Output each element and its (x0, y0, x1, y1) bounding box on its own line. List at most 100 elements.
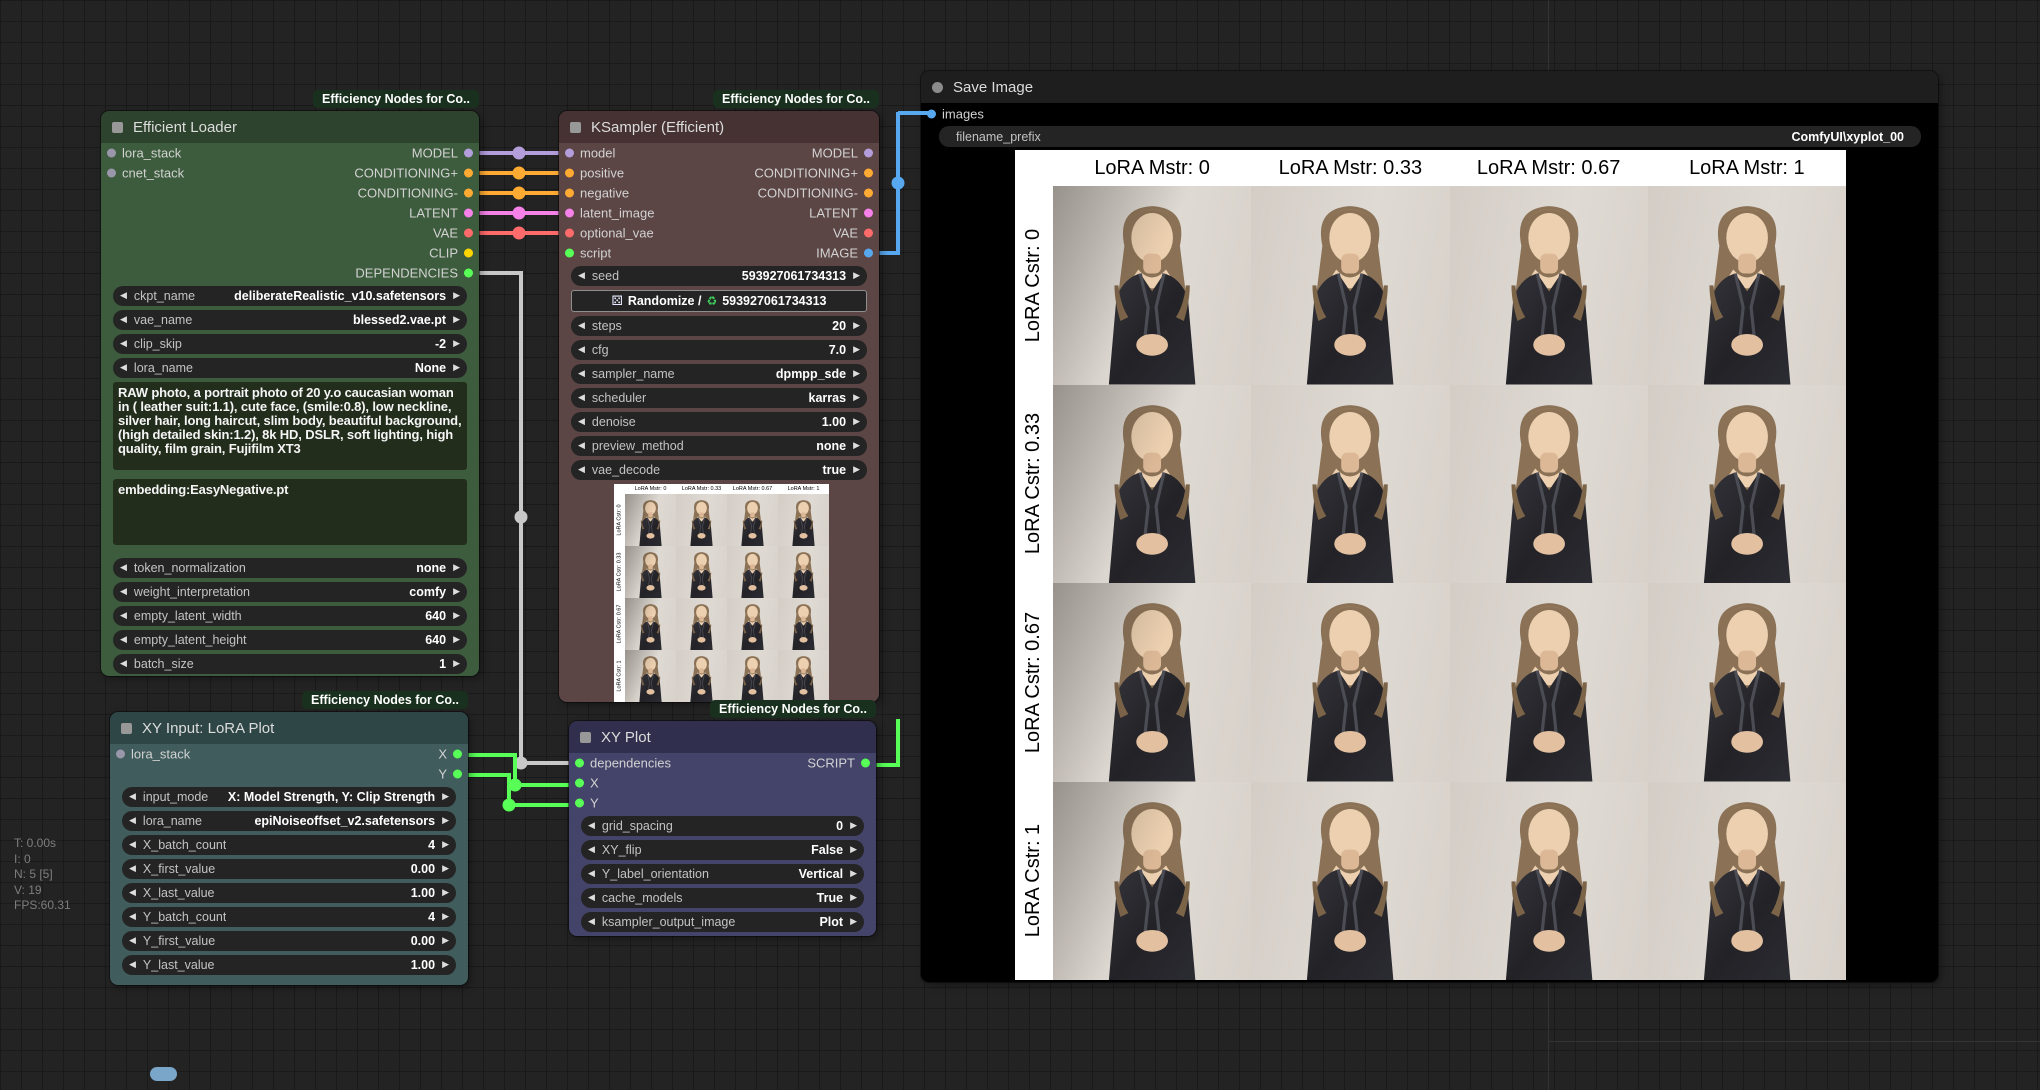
increment-arrow-icon[interactable]: ▶ (453, 612, 460, 621)
decrement-arrow-icon[interactable]: ◀ (578, 466, 585, 475)
widget-Y_label_orientation[interactable]: ◀Y_label_orientationVertical▶ (581, 864, 864, 884)
decrement-arrow-icon[interactable]: ◀ (129, 841, 136, 850)
decrement-arrow-icon[interactable]: ◀ (120, 564, 127, 573)
increment-arrow-icon[interactable]: ▶ (442, 841, 449, 850)
X-output-slot-dot[interactable] (453, 750, 462, 759)
increment-arrow-icon[interactable]: ▶ (853, 394, 860, 403)
increment-arrow-icon[interactable]: ▶ (453, 340, 460, 349)
decrement-arrow-icon[interactable]: ◀ (129, 793, 136, 802)
collapse-box-icon[interactable] (121, 723, 132, 734)
increment-arrow-icon[interactable]: ▶ (453, 564, 460, 573)
model-input-slot-dot[interactable] (565, 149, 574, 158)
widget-ckpt_name[interactable]: ◀ckpt_namedeliberateRealistic_v10.safete… (113, 286, 467, 306)
dependencies-input-slot-dot[interactable] (575, 759, 584, 768)
LATENT-output-slot-dot[interactable] (464, 209, 473, 218)
node-xy-plot[interactable]: Efficiency Nodes for Co.. XY Plot depend… (569, 721, 876, 936)
CONDITIONING+-output-slot-dot[interactable] (864, 169, 873, 178)
increment-arrow-icon[interactable]: ▶ (453, 660, 460, 669)
node-efficient-loader[interactable]: Efficiency Nodes for Co.. Efficient Load… (101, 111, 479, 676)
decrement-arrow-icon[interactable]: ◀ (120, 316, 127, 325)
node-ksampler-efficient[interactable]: Efficiency Nodes for Co.. KSampler (Effi… (559, 111, 879, 702)
positive-input-slot-dot[interactable] (565, 169, 574, 178)
increment-arrow-icon[interactable]: ▶ (453, 316, 460, 325)
collapse-box-icon[interactable] (570, 122, 581, 133)
increment-arrow-icon[interactable]: ▶ (442, 889, 449, 898)
decrement-arrow-icon[interactable]: ◀ (578, 442, 585, 451)
decrement-arrow-icon[interactable]: ◀ (588, 918, 595, 927)
CONDITIONING+-output-slot-dot[interactable] (464, 169, 473, 178)
widget-cache_models[interactable]: ◀cache_modelsTrue▶ (581, 888, 864, 908)
decrement-arrow-icon[interactable]: ◀ (120, 364, 127, 373)
CLIP-output-slot-dot[interactable] (464, 249, 473, 258)
widget-ksampler_output_image[interactable]: ◀ksampler_output_imagePlot▶ (581, 912, 864, 932)
MODEL-output-slot-dot[interactable] (864, 149, 873, 158)
negative-input-slot-dot[interactable] (565, 189, 574, 198)
widget-vae_name[interactable]: ◀vae_nameblessed2.vae.pt▶ (113, 310, 467, 330)
increment-arrow-icon[interactable]: ▶ (453, 292, 460, 301)
decrement-arrow-icon[interactable]: ◀ (588, 870, 595, 879)
node-titlebar[interactable]: Save Image (921, 71, 1938, 103)
decrement-arrow-icon[interactable]: ◀ (578, 418, 585, 427)
decrement-arrow-icon[interactable]: ◀ (578, 272, 585, 281)
widget-vae_decode[interactable]: ◀vae_decodetrue▶ (571, 460, 867, 480)
widget-clip_skip[interactable]: ◀clip_skip-2▶ (113, 334, 467, 354)
node-titlebar[interactable]: XY Input: LoRA Plot (110, 712, 468, 744)
widget-denoise[interactable]: ◀denoise1.00▶ (571, 412, 867, 432)
decrement-arrow-icon[interactable]: ◀ (129, 961, 136, 970)
decrement-arrow-icon[interactable]: ◀ (588, 822, 595, 831)
decrement-arrow-icon[interactable]: ◀ (588, 846, 595, 855)
decrement-arrow-icon[interactable]: ◀ (588, 894, 595, 903)
lora_stack-input-slot-dot[interactable] (116, 750, 125, 759)
lora_stack-input-slot-dot[interactable] (107, 149, 116, 158)
node-titlebar[interactable]: KSampler (Efficient) (559, 111, 879, 143)
widget-cfg[interactable]: ◀cfg7.0▶ (571, 340, 867, 360)
widget-sampler_name[interactable]: ◀sampler_namedpmpp_sde▶ (571, 364, 867, 384)
SCRIPT-output-slot-dot[interactable] (861, 759, 870, 768)
widget-Y_first_value[interactable]: ◀Y_first_value0.00▶ (122, 931, 456, 951)
widget-empty_latent_height[interactable]: ◀empty_latent_height640▶ (113, 630, 467, 650)
VAE-output-slot-dot[interactable] (464, 229, 473, 238)
MODEL-output-slot-dot[interactable] (464, 149, 473, 158)
CONDITIONING--output-slot-dot[interactable] (864, 189, 873, 198)
widget-scheduler[interactable]: ◀schedulerkarras▶ (571, 388, 867, 408)
decrement-arrow-icon[interactable]: ◀ (120, 588, 127, 597)
positive-prompt-textarea[interactable]: RAW photo, a portrait photo of 20 y.o ca… (113, 382, 467, 470)
decrement-arrow-icon[interactable]: ◀ (578, 346, 585, 355)
decrement-arrow-icon[interactable]: ◀ (120, 636, 127, 645)
decrement-arrow-icon[interactable]: ◀ (129, 817, 136, 826)
increment-arrow-icon[interactable]: ▶ (853, 418, 860, 427)
filename-prefix-widget[interactable]: filename_prefix ComfyUI\xyplot_00 (939, 126, 1921, 147)
node-save-image[interactable]: Save Image images filename_prefix ComfyU… (921, 71, 1938, 982)
widget-steps[interactable]: ◀steps20▶ (571, 316, 867, 336)
increment-arrow-icon[interactable]: ▶ (853, 370, 860, 379)
widget-batch_size[interactable]: ◀batch_size1▶ (113, 654, 467, 674)
DEPENDENCIES-output-slot-dot[interactable] (464, 269, 473, 278)
widget-XY_flip[interactable]: ◀XY_flipFalse▶ (581, 840, 864, 860)
increment-arrow-icon[interactable]: ▶ (850, 822, 857, 831)
widget-lora_name[interactable]: ◀lora_nameNone▶ (113, 358, 467, 378)
randomize-button[interactable]: ⚄Randomize /♻593927061734313 (571, 290, 867, 312)
increment-arrow-icon[interactable]: ▶ (453, 364, 460, 373)
increment-arrow-icon[interactable]: ▶ (853, 466, 860, 475)
decrement-arrow-icon[interactable]: ◀ (120, 660, 127, 669)
decrement-arrow-icon[interactable]: ◀ (120, 612, 127, 621)
widget-Y_batch_count[interactable]: ◀Y_batch_count4▶ (122, 907, 456, 927)
widget-input_mode[interactable]: ◀input_modeX: Model Strength, Y: Clip St… (122, 787, 456, 807)
increment-arrow-icon[interactable]: ▶ (850, 918, 857, 927)
increment-arrow-icon[interactable]: ▶ (850, 894, 857, 903)
decrement-arrow-icon[interactable]: ◀ (578, 322, 585, 331)
CONDITIONING--output-slot-dot[interactable] (464, 189, 473, 198)
decrement-arrow-icon[interactable]: ◀ (129, 889, 136, 898)
collapse-box-icon[interactable] (112, 122, 123, 133)
collapse-dot-icon[interactable] (932, 82, 943, 93)
decrement-arrow-icon[interactable]: ◀ (129, 913, 136, 922)
increment-arrow-icon[interactable]: ▶ (853, 346, 860, 355)
increment-arrow-icon[interactable]: ▶ (442, 961, 449, 970)
widget-empty_latent_width[interactable]: ◀empty_latent_width640▶ (113, 606, 467, 626)
increment-arrow-icon[interactable]: ▶ (442, 913, 449, 922)
widget-seed[interactable]: ◀seed593927061734313▶ (571, 266, 867, 286)
increment-arrow-icon[interactable]: ▶ (853, 272, 860, 281)
optional_vae-input-slot-dot[interactable] (565, 229, 574, 238)
node-titlebar[interactable]: XY Plot (569, 721, 876, 753)
decrement-arrow-icon[interactable]: ◀ (120, 340, 127, 349)
